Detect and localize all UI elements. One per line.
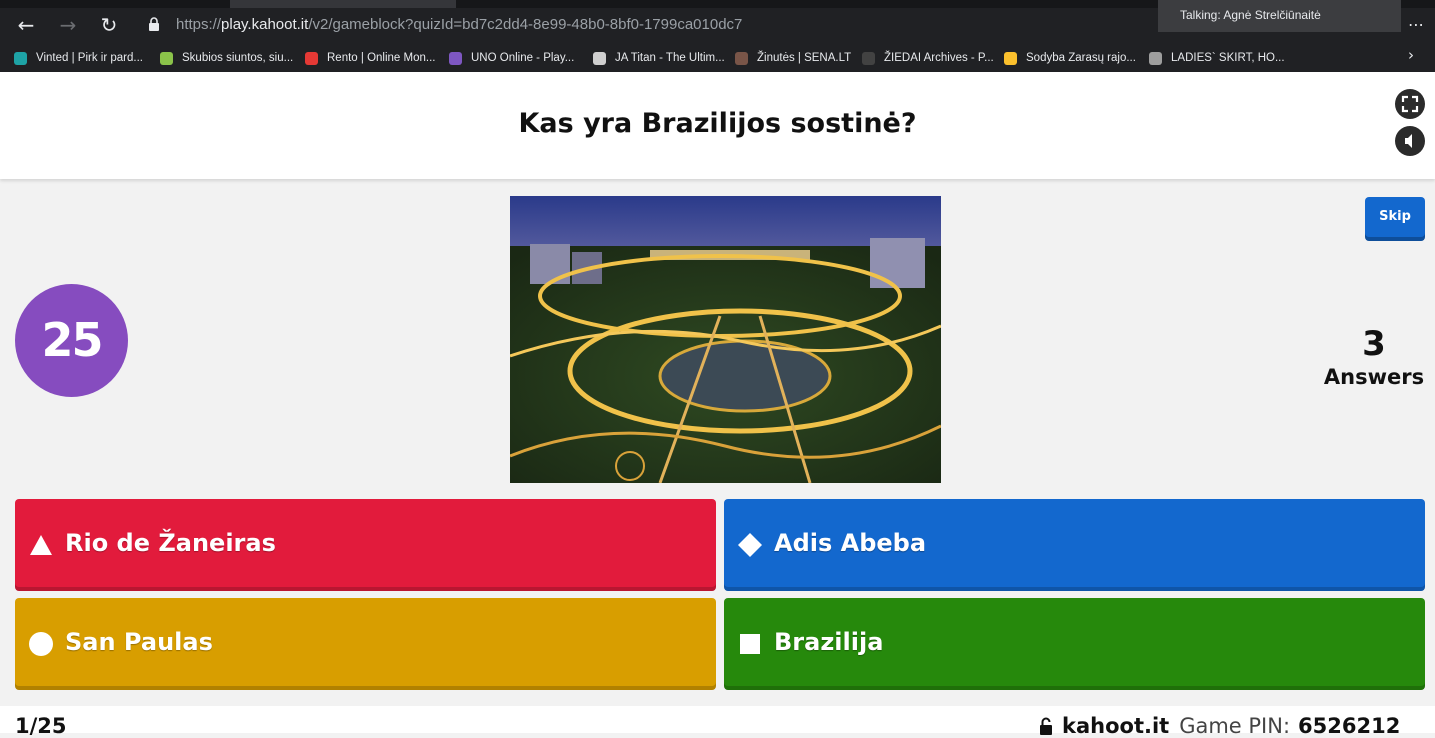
bookmark-label: Sodyba Zarasų rajo...: [1026, 52, 1136, 64]
countdown-timer: 25: [15, 284, 128, 397]
bookmark-label: Žinutės | SENA.LT: [757, 52, 852, 64]
bookmarks-overflow-chevron-icon[interactable]: ›: [1408, 46, 1414, 64]
answer-label: San Paulas: [65, 628, 213, 656]
kahoot-game-page: Kas yra Brazilijos sostinė? 25 Skip 3 An…: [0, 72, 1435, 738]
triangle-icon: [30, 535, 52, 555]
answer-label: Brazilija: [774, 628, 884, 656]
forward-button[interactable]: →: [55, 12, 81, 38]
game-pin-label: Game PIN:: [1179, 714, 1291, 738]
skip-button[interactable]: Skip: [1365, 197, 1425, 241]
answer-label: Rio de Žaneiras: [65, 529, 276, 557]
square-icon: [740, 634, 760, 654]
url-text: https://play.kahoot.it/v2/gameblock?quiz…: [176, 16, 742, 33]
speaker-icon: [1405, 134, 1412, 148]
answer-option-2[interactable]: Adis Abeba: [724, 499, 1425, 591]
answers-count-label: Answers: [1323, 365, 1425, 389]
lock-icon[interactable]: [148, 17, 160, 31]
browser-chrome: ← → ↻ https://play.kahoot.it/v2/gamebloc…: [0, 0, 1435, 72]
bookmark-item[interactable]: JA Titan - The Ultim...: [593, 48, 725, 68]
bookmark-item[interactable]: Vinted | Pirk ir pard...: [14, 48, 143, 68]
bookmark-item[interactable]: LADIES` SKIRT, HO...: [1149, 48, 1285, 68]
bookmark-favicon-icon: [862, 51, 875, 65]
bookmark-item[interactable]: Rento | Online Mon...: [305, 48, 435, 68]
address-bar[interactable]: https://play.kahoot.it/v2/gameblock?quiz…: [136, 10, 1261, 40]
answer-option-1[interactable]: Rio de Žaneiras: [15, 499, 716, 591]
bookmarks-bar: Vinted | Pirk ir pard... Skubios siuntos,…: [0, 44, 1435, 70]
answers-count-number: 3: [1362, 324, 1386, 364]
back-button[interactable]: ←: [13, 12, 39, 38]
browser-tab[interactable]: [230, 0, 456, 8]
bookmark-item[interactable]: Skubios siuntos, siu...: [160, 48, 293, 68]
bookmark-label: Rento | Online Mon...: [327, 52, 436, 64]
question-counter: 1/25: [15, 714, 67, 738]
bookmark-label: UNO Online - Play...: [471, 52, 575, 64]
game-pin-area: kahoot.it Game PIN: 6526212: [1038, 714, 1400, 738]
bookmark-favicon-icon: [593, 51, 606, 65]
talking-indicator: Talking: Agnė Strelčiūnaitė: [1158, 0, 1401, 32]
bookmark-favicon-icon: [1004, 51, 1017, 65]
bookmark-label: Vinted | Pirk ir pard...: [36, 52, 143, 64]
brasilia-night-photo: [510, 196, 941, 483]
fullscreen-button[interactable]: [1395, 89, 1425, 119]
lock-icon[interactable]: [1038, 717, 1054, 735]
bookmark-label: LADIES` SKIRT, HO...: [1171, 52, 1285, 64]
url-host: play.kahoot.it: [221, 16, 309, 33]
reload-button[interactable]: ↻: [96, 12, 122, 38]
browser-menu-button[interactable]: ⋯: [1406, 12, 1426, 38]
answer-label: Adis Abeba: [774, 529, 927, 557]
diamond-icon: [738, 533, 762, 557]
game-pin-value: 6526212: [1298, 714, 1401, 738]
game-footer: 1/25 kahoot.it Game PIN: 6526212: [0, 706, 1435, 738]
kahoot-brand: kahoot.it: [1062, 714, 1170, 738]
expand-icon: [1401, 95, 1419, 113]
url-path: /v2/gameblock?quizId=bd7c2dd4-8e99-48b0-…: [308, 16, 743, 33]
bookmark-favicon-icon: [735, 51, 748, 65]
sound-button[interactable]: [1395, 126, 1425, 156]
question-image: [510, 196, 941, 483]
bookmark-label: ŽIEDAI Archives - P...: [884, 52, 994, 64]
question-title: Kas yra Brazilijos sostinė?: [518, 108, 917, 139]
question-header: Kas yra Brazilijos sostinė?: [0, 72, 1435, 179]
answer-option-4[interactable]: Brazilija: [724, 598, 1425, 690]
bookmark-favicon-icon: [160, 51, 173, 65]
url-scheme: https://: [176, 16, 222, 33]
bookmark-item[interactable]: Žinutės | SENA.LT: [735, 48, 851, 68]
answer-option-3[interactable]: San Paulas: [15, 598, 716, 690]
bookmark-item[interactable]: Sodyba Zarasų rajo...: [1004, 48, 1136, 68]
bookmark-favicon-icon: [14, 51, 27, 65]
bookmark-favicon-icon: [1149, 51, 1162, 65]
bookmark-favicon-icon: [305, 51, 318, 65]
bookmark-label: Skubios siuntos, siu...: [182, 52, 294, 64]
answers-counter: 3 Answers: [1310, 324, 1435, 390]
circle-icon: [29, 632, 53, 656]
bookmark-item[interactable]: UNO Online - Play...: [449, 48, 574, 68]
bookmark-label: JA Titan - The Ultim...: [615, 52, 725, 64]
bookmark-favicon-icon: [449, 51, 462, 65]
bookmark-item[interactable]: ŽIEDAI Archives - P...: [862, 48, 994, 68]
